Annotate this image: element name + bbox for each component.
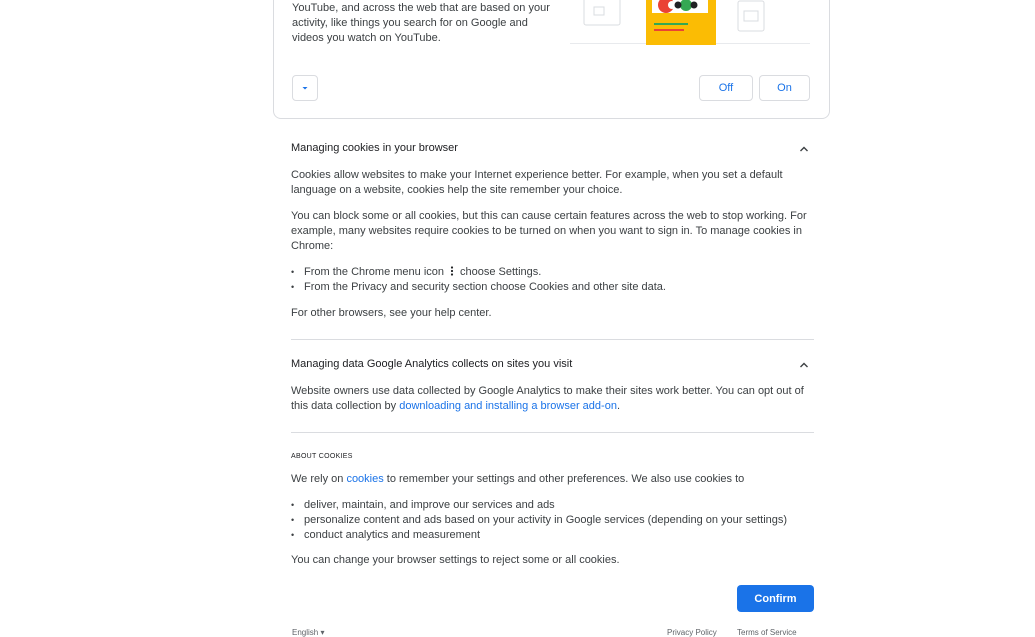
chevron-up-icon[interactable]	[798, 359, 810, 371]
caret-down-icon	[302, 87, 308, 90]
analytics-section: Managing data Google Analytics collects …	[291, 358, 814, 418]
personalization-illustration	[570, 0, 810, 45]
list-item: personalize content and ads based on you…	[291, 513, 787, 528]
confirm-button[interactable]: Confirm	[737, 585, 814, 612]
step-1-post: choose Settings.	[460, 266, 542, 278]
cookies-steps-list: From the Chrome menu icon choose Settings…	[291, 265, 666, 295]
cookies-para-2: You can block some or all cookies, but t…	[291, 210, 807, 252]
chevron-down-icon: ▾	[320, 628, 325, 637]
about-closing: You can change your browser settings to …	[291, 554, 620, 566]
about-intro-pre: We rely on	[291, 473, 347, 485]
terms-of-service-link[interactable]: Terms of Service	[737, 628, 797, 637]
card-description: YouTube, and across the web that are bas…	[292, 2, 550, 44]
cookies-section: Managing cookies in your browser Cookies…	[291, 142, 814, 322]
language-label: English	[292, 628, 319, 637]
about-intro-post: to remember your settings and other pref…	[383, 473, 745, 485]
expand-button[interactable]	[292, 75, 318, 101]
list-item: deliver, maintain, and improve our servi…	[291, 498, 787, 513]
browser-addon-link[interactable]: downloading and installing a browser add…	[399, 400, 617, 412]
language-selector[interactable]: English ▾	[292, 628, 325, 637]
off-button[interactable]: Off	[699, 75, 753, 101]
on-button[interactable]: On	[759, 75, 810, 101]
analytics-section-title: Managing data Google Analytics collects …	[291, 358, 573, 370]
list-item: From the Privacy and security section ch…	[291, 280, 666, 295]
divider	[291, 339, 814, 340]
cookies-para-3: For other browsers, see your help center…	[291, 307, 492, 319]
cookie-uses-list: deliver, maintain, and improve our servi…	[291, 498, 787, 543]
cookies-section-title: Managing cookies in your browser	[291, 142, 458, 154]
divider	[291, 432, 814, 433]
analytics-description: Website owners use data collected by Goo…	[291, 384, 814, 414]
list-item: conduct analytics and measurement	[291, 528, 787, 543]
list-item: From the Chrome menu icon choose Settings…	[291, 265, 666, 280]
about-cookies-heading: ABOUT COOKIES	[291, 453, 353, 460]
chevron-up-icon[interactable]	[798, 143, 810, 155]
personalization-card: YouTube, and across the web that are bas…	[273, 0, 830, 119]
more-vert-icon	[450, 266, 454, 276]
cookies-link[interactable]: cookies	[346, 473, 383, 485]
privacy-policy-link[interactable]: Privacy Policy	[667, 628, 717, 637]
cookies-para-1: Cookies allow websites to make your Inte…	[291, 169, 783, 196]
analytics-text-post: .	[616, 400, 620, 412]
step-1-pre: From the Chrome menu icon	[304, 266, 444, 278]
about-intro: We rely on cookies to remember your sett…	[291, 472, 814, 487]
